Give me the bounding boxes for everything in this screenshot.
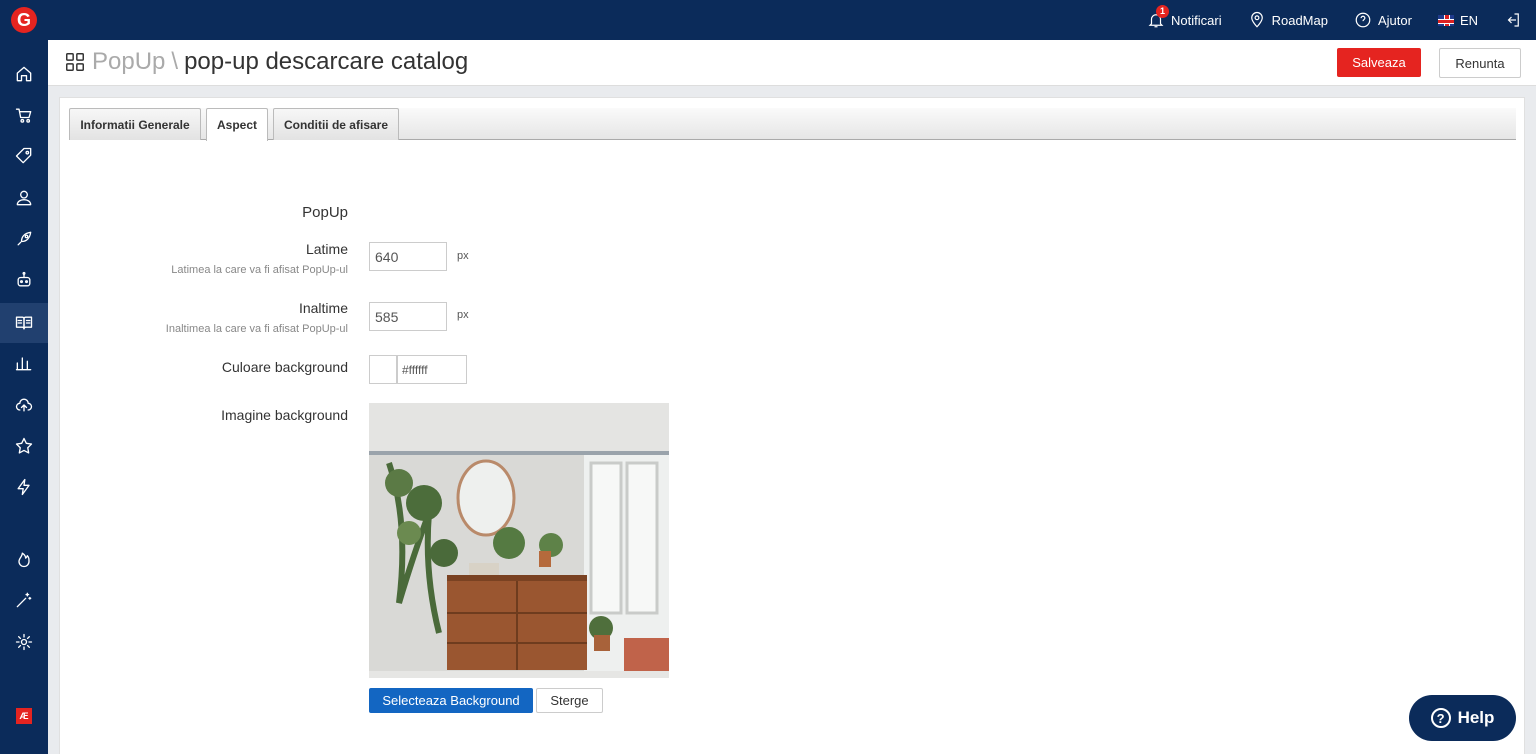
- help-label: Ajutor: [1377, 12, 1412, 28]
- sidebar: Æ: [0, 40, 48, 754]
- height-unit: px: [457, 309, 469, 321]
- question-circle-icon: [1355, 12, 1371, 28]
- language-selector[interactable]: EN: [1437, 12, 1478, 28]
- home-icon: [16, 66, 32, 82]
- height-label: Inaltime: [298, 300, 348, 316]
- sidebar-item-orders[interactable]: [0, 95, 48, 135]
- sidebar-item-automation[interactable]: [0, 260, 48, 300]
- star-icon: [15, 437, 33, 454]
- sidebar-item-products[interactable]: [0, 136, 48, 176]
- tab-conditii-de-afisare[interactable]: Conditii de afisare: [273, 108, 399, 140]
- notifications-link[interactable]: 1 Notificari: [1147, 5, 1222, 29]
- notifications-label: Notificari: [1171, 12, 1222, 28]
- sidebar-item-home[interactable]: [0, 54, 48, 94]
- content-panel: Informatii Generale Aspect Conditii de a…: [59, 97, 1525, 754]
- help-question-icon: ?: [1430, 708, 1451, 728]
- tag-icon: [15, 147, 32, 164]
- help-link[interactable]: Ajutor: [1354, 11, 1412, 29]
- tab-informatii-generale[interactable]: Informatii Generale: [69, 108, 201, 140]
- top-bar: G 1 Notificari RoadMap Ajutor EN: [0, 0, 1536, 40]
- width-help: Latimea la care va fi afisat PopUp-ul: [171, 264, 348, 276]
- color-swatch[interactable]: [369, 355, 397, 384]
- sidebar-item-settings[interactable]: [0, 622, 48, 662]
- grid-icon: [66, 53, 84, 71]
- breadcrumb-separator: \: [171, 48, 179, 75]
- magic-wand-icon: [16, 592, 32, 608]
- top-actions: 1 Notificari RoadMap Ajutor EN: [1147, 0, 1522, 40]
- catalog-book-icon: [15, 316, 33, 330]
- sidebar-item-promotions[interactable]: [0, 539, 48, 579]
- sidebar-item-integrations[interactable]: [0, 467, 48, 507]
- save-button[interactable]: Salveaza: [1337, 48, 1421, 77]
- sidebar-item-catalog[interactable]: [0, 303, 48, 343]
- bg-image-label: Imagine background: [221, 407, 348, 423]
- breadcrumb-section[interactable]: PopUp: [92, 48, 165, 76]
- sidebar-item-customers[interactable]: [0, 178, 48, 218]
- cloud-upload-icon: [15, 398, 33, 412]
- cart-icon: [15, 108, 32, 123]
- sidebar-item-cloud[interactable]: [0, 385, 48, 425]
- lightning-icon: [17, 478, 30, 496]
- roadmap-link[interactable]: RoadMap: [1248, 11, 1328, 29]
- logout-button[interactable]: [1504, 11, 1522, 29]
- chart-icon: [15, 357, 32, 371]
- rocket-icon: [17, 231, 32, 246]
- sidebar-item-tools[interactable]: [0, 580, 48, 620]
- delete-background-button[interactable]: Sterge: [536, 688, 603, 713]
- section-title: PopUp: [302, 204, 348, 221]
- robot-icon: [17, 271, 31, 287]
- tab-aspect[interactable]: Aspect: [206, 108, 268, 141]
- breadcrumb-current: pop-up descarcare catalog: [184, 48, 469, 75]
- logo-mark: G: [11, 7, 37, 33]
- bg-color-input[interactable]: [397, 355, 467, 384]
- help-button-label: Help: [1457, 708, 1495, 727]
- ae-badge-icon: Æ: [16, 708, 32, 724]
- flame-icon: [18, 552, 30, 568]
- sidebar-item-marketing[interactable]: [0, 219, 48, 259]
- notifications-count-badge: 1: [1156, 5, 1170, 18]
- sidebar-item-reports[interactable]: [0, 343, 48, 383]
- height-input[interactable]: [369, 302, 447, 331]
- page-header: PopUp \ pop-up descarcare catalog Salvea…: [48, 40, 1536, 86]
- page-title: PopUp \ pop-up descarcare catalog: [64, 48, 468, 76]
- map-pin-icon: [1250, 11, 1263, 28]
- room-photo: [369, 403, 669, 678]
- background-image-preview: [369, 403, 669, 678]
- tabs-bar: Informatii Generale Aspect Conditii de a…: [69, 108, 1516, 141]
- language-label: EN: [1459, 12, 1478, 28]
- bg-color-label: Culoare background: [221, 359, 348, 375]
- select-background-button[interactable]: Selecteaza Background: [369, 688, 533, 713]
- help-floating-button[interactable]: ? Help: [1409, 695, 1516, 741]
- users-icon: [16, 190, 32, 206]
- logout-icon: [1507, 13, 1519, 27]
- height-help: Inaltimea la care va fi afisat PopUp-ul: [165, 323, 348, 335]
- uk-flag-icon: [1437, 14, 1454, 26]
- sidebar-footer-app[interactable]: Æ: [0, 696, 48, 736]
- width-label: Latime: [305, 241, 348, 257]
- app-logo[interactable]: G: [0, 0, 48, 40]
- width-unit: px: [457, 250, 469, 262]
- gear-icon: [15, 633, 33, 651]
- width-input[interactable]: [369, 242, 447, 271]
- sidebar-item-reviews[interactable]: [0, 426, 48, 466]
- roadmap-label: RoadMap: [1271, 12, 1328, 28]
- cancel-button[interactable]: Renunta: [1439, 48, 1521, 78]
